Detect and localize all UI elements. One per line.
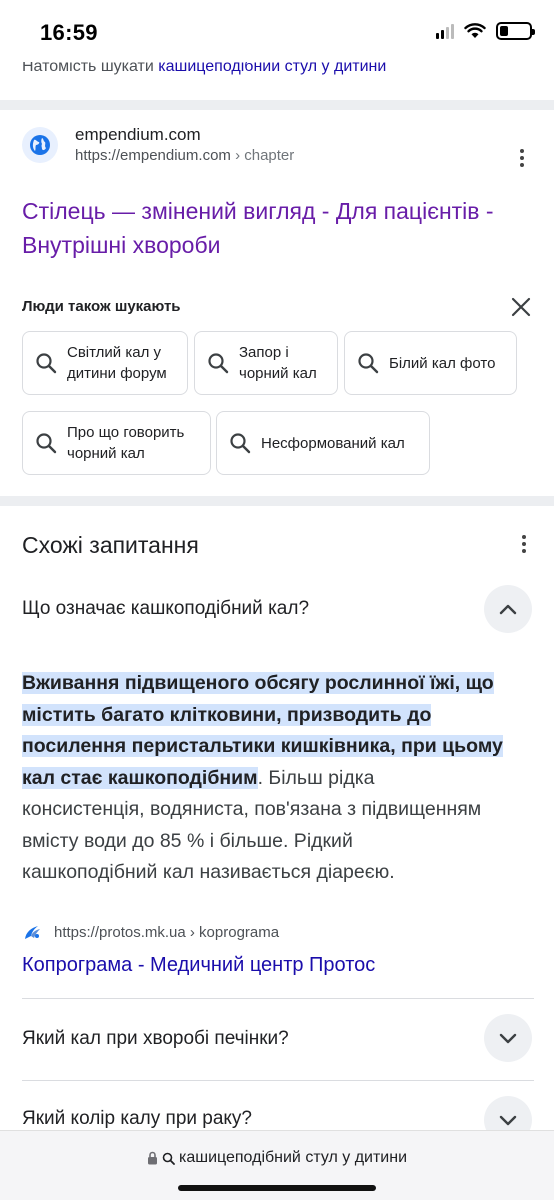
answer-source-link[interactable]: Копрограма - Медичний центр Протос bbox=[22, 954, 375, 977]
section-divider bbox=[0, 100, 554, 110]
address-bar-url[interactable]: кашицеподібний стул у дитини bbox=[0, 1149, 554, 1167]
globe-icon bbox=[22, 127, 58, 163]
answer-line: кашкоподібний кал називається діареєю. bbox=[22, 861, 395, 883]
search-icon bbox=[358, 353, 379, 374]
related-search-chip[interactable]: Про що говорить чорний кал bbox=[22, 411, 211, 475]
answer-highlight: посилення перистальтики кишківника, при … bbox=[22, 735, 503, 757]
chip-line: чорний кал bbox=[239, 365, 317, 382]
answer-text: Вживання підвищеного обсягу рослинної їж… bbox=[22, 668, 534, 889]
related-search-chip[interactable]: Білий кал фото bbox=[344, 331, 517, 395]
status-icons bbox=[436, 22, 535, 40]
result-url-base: https://empendium.com bbox=[75, 147, 231, 164]
result-site-name: empendium.com bbox=[75, 125, 201, 144]
lock-icon bbox=[147, 1151, 157, 1165]
question-row[interactable]: Що означає кашкоподібний кал? bbox=[22, 598, 534, 620]
question-divider bbox=[22, 1080, 534, 1081]
chip-line: чорний кал bbox=[67, 445, 145, 462]
people-also-search-heading: Люди також шукають bbox=[22, 298, 181, 315]
chevron-up-icon[interactable] bbox=[484, 585, 532, 633]
chip-line: Запор і bbox=[239, 344, 289, 361]
answer-highlight: кал стає кашкоподібним bbox=[22, 766, 258, 789]
battery-icon bbox=[496, 22, 535, 40]
result-url-crumb: › chapter bbox=[235, 147, 295, 164]
search-icon bbox=[208, 353, 229, 374]
result-url: https://empendium.com › chapter bbox=[75, 146, 294, 166]
chip-line: Несформований кал bbox=[261, 434, 405, 452]
close-icon[interactable] bbox=[510, 296, 532, 318]
related-search-chip[interactable]: Запор і чорний кал bbox=[194, 331, 338, 395]
chip-line: Білий кал фото bbox=[389, 354, 496, 372]
chip-line: Про що говорить bbox=[67, 424, 185, 441]
related-questions-more-icon[interactable] bbox=[514, 534, 534, 554]
chip-line: Світлий кал у bbox=[67, 344, 162, 361]
answer-source-row[interactable]: https://protos.mk.ua › koprograma bbox=[22, 922, 279, 942]
result-more-options-icon[interactable] bbox=[512, 148, 532, 168]
related-search-chip[interactable]: Несформований кал bbox=[216, 411, 430, 475]
answer-highlight: Вживання підвищеного обсягу рослинної їж… bbox=[22, 672, 494, 694]
result-title-link[interactable]: Стілець — змінений вигляд - Для пацієнті… bbox=[22, 194, 542, 262]
site-favicon-icon bbox=[25, 926, 40, 939]
search-icon bbox=[162, 1152, 175, 1165]
section-divider bbox=[0, 496, 554, 506]
search-icon bbox=[36, 433, 57, 454]
search-icon bbox=[36, 353, 57, 374]
status-bar: 16:59 bbox=[0, 0, 554, 62]
related-questions-heading: Схожі запитання bbox=[22, 532, 199, 558]
answer-source-url: https://protos.mk.ua › koprograma bbox=[54, 923, 280, 941]
browser-address-bar[interactable]: кашицеподібний стул у дитини bbox=[0, 1130, 554, 1200]
answer-line: вмісту води до 85 % і більше. Рідкий bbox=[22, 829, 353, 852]
question-divider bbox=[22, 998, 534, 999]
search-result: empendium.com https://empendium.com › ch… bbox=[22, 124, 542, 262]
answer-line: консистенція, водяниста, пов'язана з під… bbox=[22, 798, 482, 820]
search-icon bbox=[230, 433, 251, 454]
question-row[interactable]: Який колір калу при раку? bbox=[22, 1108, 534, 1130]
related-search-chip[interactable]: Світлий кал у дитини форум bbox=[22, 331, 188, 395]
chip-line: дитини форум bbox=[67, 365, 167, 382]
wifi-icon bbox=[464, 23, 486, 38]
address-bar-query: кашицеподібний стул у дитини bbox=[178, 1149, 408, 1166]
status-time: 16:59 bbox=[40, 20, 98, 45]
answer-highlight: містить багато клітковини, призводить до bbox=[22, 703, 432, 726]
answer-rest: . Більш рідка bbox=[257, 766, 375, 789]
result-site-row[interactable]: empendium.com https://empendium.com › ch… bbox=[22, 124, 542, 166]
question-row[interactable]: Який кал при хворобі печінки? bbox=[22, 1028, 534, 1050]
chevron-down-icon[interactable] bbox=[484, 1014, 532, 1062]
home-indicator[interactable] bbox=[178, 1185, 376, 1191]
cellular-signal-icon bbox=[436, 23, 454, 39]
